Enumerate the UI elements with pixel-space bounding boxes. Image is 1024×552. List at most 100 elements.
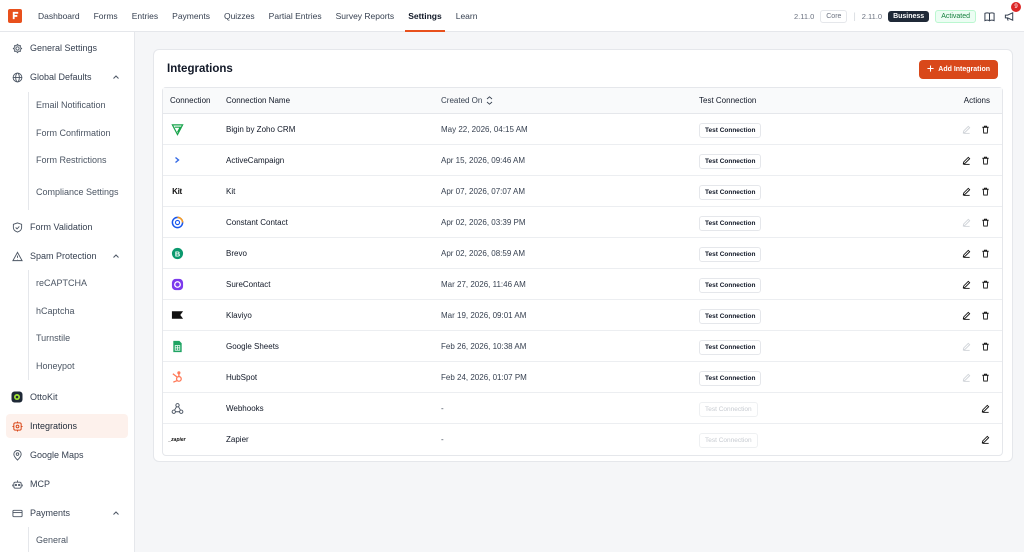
edit-icon[interactable] [961, 124, 971, 134]
row-actions [961, 217, 990, 227]
sidebar-item-form-confirmation[interactable]: Form Confirmation [29, 119, 128, 147]
add-integration-button[interactable]: Add Integration [919, 60, 998, 79]
trash-icon[interactable] [980, 155, 990, 165]
edit-icon[interactable] [961, 186, 971, 196]
test-connection-button[interactable]: Test Connection [699, 339, 762, 355]
plan-badge: Business [888, 10, 930, 22]
nav-learn[interactable]: Learn [449, 0, 485, 32]
nav-partial-entries[interactable]: Partial Entries [262, 0, 329, 32]
created-on: Apr 02, 2026, 03:39 PM [441, 217, 526, 227]
connection-name: Zapier [226, 435, 249, 444]
sidebar-item-compliance-settings[interactable]: Compliance Settings [29, 174, 124, 210]
sidebar-item-ottokit[interactable]: OttoKit [6, 385, 128, 409]
nav-forms[interactable]: Forms [87, 0, 125, 32]
sidebar-item-form-restrictions[interactable]: Form Restrictions [29, 147, 128, 174]
core-version: 2.11.0 [793, 11, 815, 21]
credit-card-icon [11, 507, 23, 519]
top-navbar: Dashboard Forms Entries Payments Quizzes… [0, 0, 1024, 32]
test-connection-button[interactable]: Test Connection [699, 401, 758, 417]
edit-icon[interactable] [961, 155, 971, 165]
edit-icon[interactable] [961, 279, 971, 289]
test-connection-button[interactable]: Test Connection [699, 122, 762, 138]
top-right-status: 2.11.0 Core | 2.11.0 Business Activated … [793, 0, 1021, 32]
settings-sidebar: General Settings Global Defaults Email N… [0, 32, 135, 552]
chevron-up-icon[interactable] [112, 73, 120, 81]
warning-icon [11, 250, 23, 262]
test-connection-button[interactable]: Test Connection [699, 246, 762, 262]
nav-quizzes[interactable]: Quizzes [217, 0, 262, 32]
trash-icon[interactable] [980, 279, 990, 289]
created-on: May 22, 2026, 04:15 AM [441, 124, 528, 134]
test-connection-button[interactable]: Test Connection [699, 153, 762, 169]
chevron-up-icon[interactable] [112, 509, 120, 517]
edit-icon[interactable] [980, 403, 990, 413]
column-created-on[interactable]: Created On [441, 96, 493, 105]
map-pin-icon [11, 449, 23, 461]
sidebar-item-recaptcha[interactable]: reCAPTCHA [29, 270, 128, 297]
edit-icon[interactable] [961, 310, 971, 320]
table-row: SureContact Mar 27, 2026, 11:46 AM Test Co… [163, 269, 1002, 300]
trash-icon[interactable] [980, 372, 990, 382]
megaphone-icon[interactable]: 9 [1002, 2, 1021, 23]
sidebar-item-label: MCP [30, 479, 50, 489]
sidebar-item-label: Global Defaults [30, 72, 92, 82]
nav-payments[interactable]: Payments [165, 0, 217, 32]
trash-icon[interactable] [980, 217, 990, 227]
nav-survey-reports[interactable]: Survey Reports [329, 0, 402, 32]
test-connection-button[interactable]: Test Connection [699, 308, 762, 324]
sidebar-item-label: Spam Protection [30, 251, 97, 261]
shield-check-icon [11, 221, 23, 233]
trash-icon[interactable] [980, 248, 990, 258]
sidebar-item-form-validation[interactable]: Form Validation [6, 215, 128, 239]
test-connection-button[interactable]: Test Connection [699, 184, 762, 200]
sidebar-item-general-settings[interactable]: General Settings [6, 36, 128, 60]
sidebar-item-global-defaults[interactable]: Global Defaults [6, 65, 128, 89]
table-row: Constant Contact Apr 02, 2026, 03:39 PM Te… [163, 207, 1002, 238]
trash-icon[interactable] [980, 186, 990, 196]
sidebar-item-turnstile[interactable]: Turnstile [29, 325, 128, 352]
sidebar-item-honeypot[interactable]: Honeypot [29, 352, 128, 380]
chevron-up-icon[interactable] [112, 252, 120, 260]
sidebar-item-payments-general[interactable]: General [29, 527, 128, 552]
connection-name: HubSpot [226, 372, 258, 382]
add-integration-label: Add Integration [938, 66, 990, 73]
nav-entries[interactable]: Entries [125, 0, 165, 32]
trash-icon[interactable] [980, 124, 990, 134]
integrations-card: Integrations Add Integration Connection … [153, 49, 1013, 462]
edit-icon[interactable] [961, 248, 971, 258]
sidebar-item-label: Google Maps [30, 450, 84, 460]
edit-icon[interactable] [961, 372, 971, 382]
sidebar-item-integrations[interactable]: Integrations [6, 414, 128, 438]
test-connection-button[interactable]: Test Connection [699, 215, 762, 231]
edit-icon[interactable] [961, 341, 971, 351]
bigin-icon [170, 122, 184, 136]
sidebar-item-mcp[interactable]: MCP [6, 472, 128, 496]
nav-settings[interactable]: Settings [401, 0, 449, 32]
license-status-badge: Activated [935, 9, 976, 23]
edit-icon[interactable] [961, 217, 971, 227]
notification-count: 9 [1011, 2, 1021, 12]
sidebar-item-spam-protection[interactable]: Spam Protection [6, 244, 128, 268]
connection-name: Brevo [226, 248, 247, 258]
sidebar-item-email-notification[interactable]: Email Notification [29, 92, 128, 119]
sidebar-item-label: Payments [30, 508, 71, 518]
sidebar-item-google-maps[interactable]: Google Maps [6, 443, 128, 467]
trash-icon[interactable] [980, 341, 990, 351]
edit-icon[interactable] [980, 435, 990, 445]
surecontact-icon [170, 277, 184, 291]
app-logo[interactable] [8, 8, 22, 23]
test-connection-button[interactable]: Test Connection [699, 433, 758, 448]
test-connection-button[interactable]: Test Connection [699, 277, 762, 293]
sidebar-item-hcaptcha[interactable]: hCaptcha [29, 297, 128, 325]
column-created-on-label: Created On [441, 96, 483, 105]
klaviyo-icon [170, 308, 184, 322]
sidebar-item-payments[interactable]: Payments [6, 501, 128, 525]
nav-dashboard[interactable]: Dashboard [31, 0, 87, 32]
created-on: - [441, 403, 444, 413]
webhooks-icon [170, 401, 184, 415]
test-connection-button[interactable]: Test Connection [699, 370, 762, 386]
created-on: Mar 19, 2026, 09:01 AM [441, 310, 527, 320]
book-icon[interactable] [982, 9, 996, 23]
trash-icon[interactable] [980, 310, 990, 320]
sidebar-item-label: Integrations [30, 421, 78, 431]
